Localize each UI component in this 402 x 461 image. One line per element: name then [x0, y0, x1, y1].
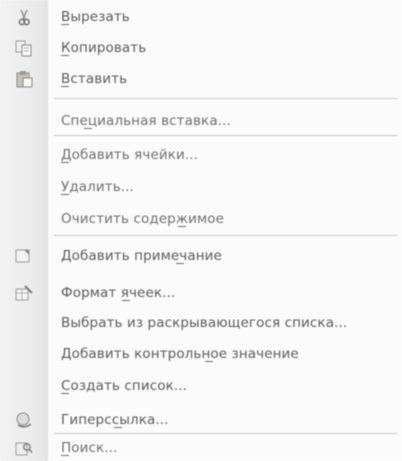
- research-icon: [14, 439, 34, 457]
- context-menu: Вырезать Копировать Вставить Специальная…: [0, 0, 402, 461]
- access-key-underline: [61, 55, 69, 56]
- menu-item-label: Формат ячеек...: [61, 285, 176, 301]
- menu-separator: [54, 98, 397, 99]
- menu-item-paste[interactable]: Вставить: [0, 64, 402, 95]
- access-key-underline: [61, 393, 69, 394]
- menu-item-pick-from-list[interactable]: Выбрать из раскрывающегося списка...: [0, 308, 402, 339]
- menu-separator: [54, 433, 397, 434]
- access-key-underline: [122, 300, 130, 301]
- copy-icon: [14, 39, 34, 57]
- menu-item-label: Добавить контрольное значение: [61, 346, 299, 362]
- menu-item-add-watch[interactable]: Добавить контрольное значение: [0, 339, 402, 370]
- menu-item-cut[interactable]: Вырезать: [0, 2, 402, 33]
- paste-icon: [14, 70, 34, 88]
- menu-item-label: Вставить: [61, 71, 128, 87]
- access-key-underline: [61, 24, 69, 25]
- format-cells-icon: [14, 284, 34, 302]
- menu-item-copy[interactable]: Копировать: [0, 33, 402, 64]
- access-key-underline: [178, 226, 186, 227]
- hyperlink-icon: [14, 411, 34, 429]
- menu-item-label: Добавить примечание: [61, 248, 222, 264]
- menu-item-clear-contents[interactable]: Очистить содержимое: [0, 204, 402, 235]
- menu-item-format-cells[interactable]: Формат ячеек...: [0, 278, 402, 309]
- menu-separator: [54, 135, 397, 136]
- scissors-icon: [14, 8, 34, 26]
- menu-item-label: Удалить...: [61, 179, 134, 195]
- access-key-underline: [84, 128, 92, 129]
- menu-separator: [54, 235, 397, 236]
- access-key-underline: [61, 162, 69, 163]
- access-key-underline: [61, 455, 69, 456]
- menu-item-label: Копировать: [61, 40, 147, 56]
- access-key-underline: [61, 86, 69, 87]
- access-key-underline: [205, 361, 213, 362]
- menu-item-label: Выбрать из раскрывающегося списка...: [61, 315, 348, 331]
- access-key-underline: [114, 427, 122, 428]
- menu-item-delete[interactable]: Удалить...: [0, 172, 402, 203]
- menu-item-label: Очистить содержимое: [61, 211, 225, 227]
- menu-item-label: Поиск...: [61, 440, 118, 456]
- menu-item-label: Вырезать: [61, 9, 130, 25]
- menu-item-paste-special[interactable]: Специальная вставка...: [0, 106, 402, 137]
- menu-item-create-list[interactable]: Создать список...: [0, 371, 402, 402]
- menu-item-label: Создать список...: [61, 378, 188, 394]
- access-key-underline: [61, 194, 69, 195]
- menu-item-insert-cells[interactable]: Добавить ячейки...: [0, 140, 402, 171]
- menu-item-hyperlink[interactable]: Гиперссылка...: [0, 405, 402, 436]
- access-key-underline: [176, 263, 184, 264]
- menu-item-label: Добавить ячейки...: [61, 147, 199, 163]
- menu-item-insert-comment[interactable]: Добавить примечание: [0, 241, 402, 272]
- comment-icon: [14, 247, 34, 265]
- menu-item-research[interactable]: Поиск...: [0, 433, 402, 461]
